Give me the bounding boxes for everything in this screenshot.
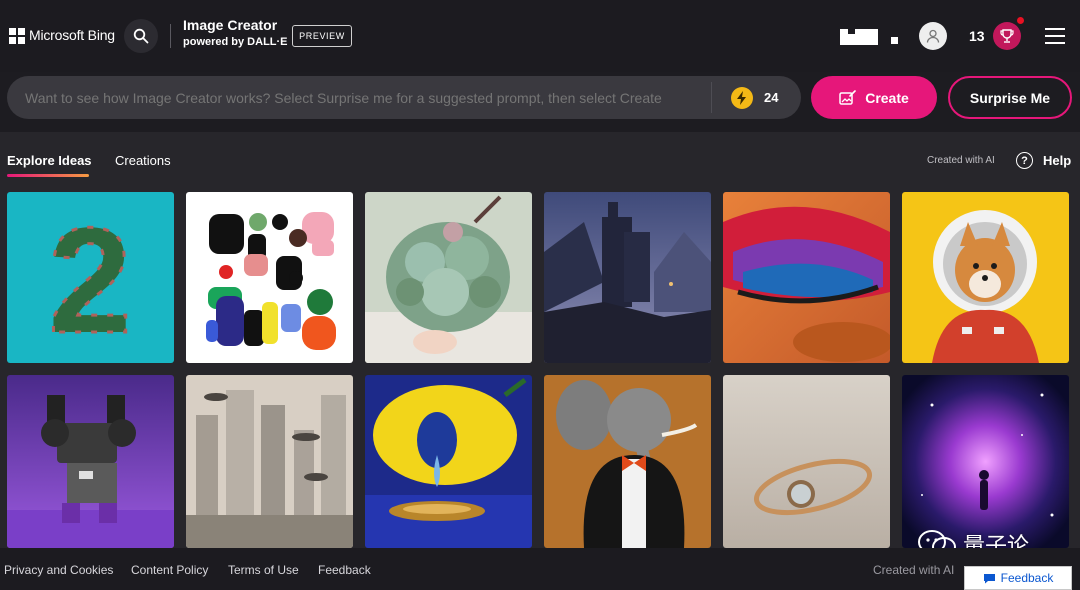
trophy-icon [1000, 29, 1014, 43]
feedback-link[interactable]: Feedback [318, 563, 371, 577]
microsoft-logo-icon[interactable] [9, 28, 25, 44]
content-policy-link[interactable]: Content Policy [131, 563, 208, 577]
svg-text:2: 2 [48, 196, 131, 363]
prompt-divider [711, 82, 712, 113]
menu-icon[interactable] [1045, 28, 1065, 44]
tab-explore-ideas[interactable]: Explore Ideas [7, 153, 92, 168]
chat-icon [983, 573, 995, 583]
avatar[interactable] [919, 22, 947, 50]
purple-robot-image [7, 375, 174, 548]
dark-castle-image [544, 192, 711, 363]
image-tile-succulent-bouquet[interactable] [365, 192, 532, 363]
footer-created-with-ai: Created with AI [873, 563, 955, 577]
search-icon [133, 28, 149, 44]
lemon-drop-image [365, 375, 532, 548]
preview-badge: PREVIEW [292, 25, 352, 47]
help-icon[interactable]: ? [1016, 152, 1033, 169]
help-link[interactable]: Help [1043, 153, 1071, 168]
notification-dot [1017, 17, 1024, 24]
prompt-bar: 24 [7, 76, 801, 119]
number-two-image: 2 2 [7, 192, 174, 363]
divider [170, 24, 171, 48]
galaxy-image [902, 375, 1069, 548]
surprise-me-button[interactable]: Surprise Me [948, 76, 1072, 119]
succulent-bouquet-image [365, 192, 532, 363]
image-tile-elephant-tuxedo[interactable] [544, 375, 711, 548]
glitter-eye-image [723, 192, 890, 363]
image-tile-galaxy[interactable] [902, 375, 1069, 548]
image-tile-number-two[interactable]: 2 2 [7, 192, 174, 363]
active-tab-indicator [7, 174, 89, 177]
footer: Privacy and Cookies Content Policy Terms… [0, 548, 1080, 590]
rewards-count[interactable]: 13 [969, 28, 985, 44]
gold-ring-image [723, 375, 890, 548]
boost-icon[interactable] [731, 87, 753, 109]
privacy-link[interactable]: Privacy and Cookies [4, 563, 113, 577]
image-tile-gold-ring[interactable] [723, 375, 890, 548]
astronaut-dog-image [902, 192, 1069, 363]
image-tile-glitter-eye[interactable] [723, 192, 890, 363]
top-bar: Microsoft Bing Image Creator powered by … [0, 0, 1080, 72]
gallery-section: Explore Ideas Creations Created with AI … [0, 132, 1080, 548]
feedback-button[interactable]: Feedback [964, 566, 1072, 590]
brand-name[interactable]: Microsoft Bing [29, 27, 115, 43]
create-button[interactable]: Create [811, 76, 937, 119]
image-tile-dark-castle[interactable] [544, 192, 711, 363]
terms-of-use-link[interactable]: Terms of Use [228, 563, 299, 577]
feedback-button-label: Feedback [1000, 571, 1054, 585]
elephant-tuxedo-image [544, 375, 711, 548]
futuristic-city-image [186, 375, 353, 548]
search-button[interactable] [124, 19, 158, 53]
create-image-icon [839, 89, 857, 105]
image-tile-futuristic-city[interactable] [186, 375, 353, 548]
boost-count: 24 [764, 90, 779, 105]
image-tile-lemon-drop[interactable] [365, 375, 532, 548]
tab-creations[interactable]: Creations [115, 153, 171, 168]
created-with-ai-label: Created with AI [927, 155, 995, 166]
lightning-icon [737, 91, 746, 105]
abstract-shapes-image [186, 192, 353, 363]
create-button-label: Create [865, 89, 909, 106]
rewards-button[interactable] [993, 22, 1021, 50]
app-title[interactable]: Image Creator [183, 17, 277, 33]
app-subtitle: powered by DALL·E [183, 36, 288, 48]
account-name-redacted[interactable] [840, 29, 878, 45]
account-name-redacted-dot [891, 37, 898, 44]
image-tile-abstract-shapes[interactable] [186, 192, 353, 363]
user-icon [926, 29, 940, 43]
image-tile-purple-robot[interactable] [7, 375, 174, 548]
prompt-input[interactable] [25, 76, 673, 119]
image-tile-astronaut-dog[interactable] [902, 192, 1069, 363]
